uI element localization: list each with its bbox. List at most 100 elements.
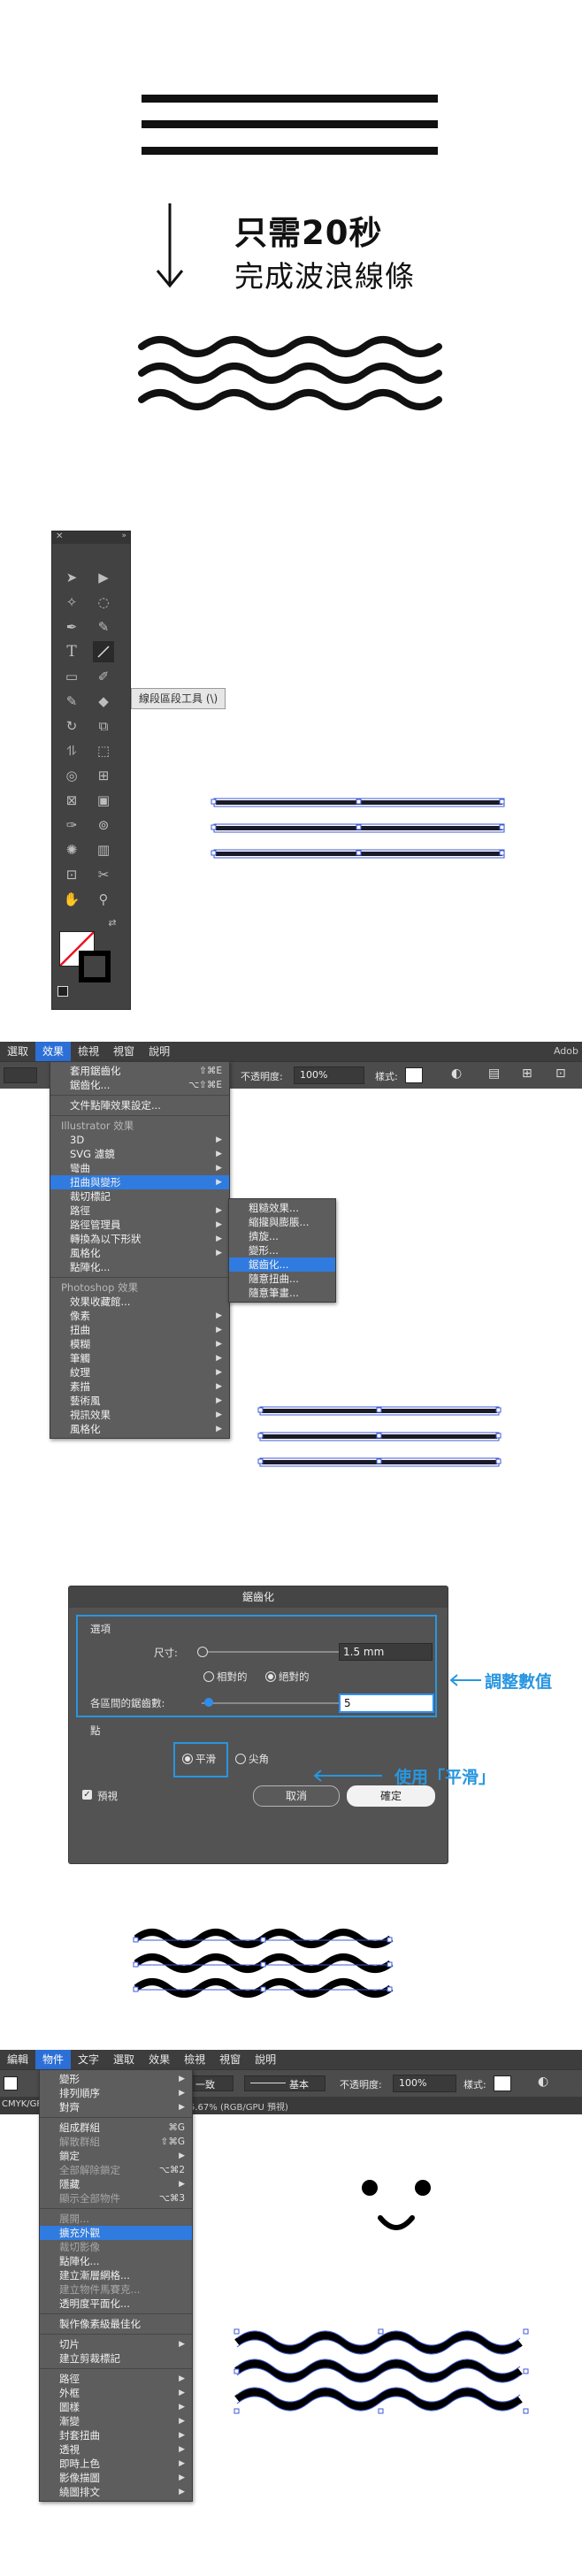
menu-item-illustrator-3[interactable]: 扭曲與變形 ▶ <box>50 1175 229 1189</box>
menu-item-object-29[interactable]: 透視 ▶ <box>40 2442 192 2457</box>
ok-button[interactable]: 確定 <box>347 1785 435 1807</box>
size-input[interactable] <box>339 1643 433 1661</box>
tools-panel-header[interactable]: ✕ » <box>52 531 130 544</box>
corner-radio[interactable] <box>235 1754 246 1764</box>
menu-item-object-22[interactable]: 建立剪裁標記 <box>40 2351 192 2366</box>
brush-select[interactable]: 基本 <box>244 2075 325 2091</box>
width-tool-icon[interactable]: ⥮ <box>63 742 80 760</box>
menu-item-illustrator-9[interactable]: 點陣化... <box>50 1260 229 1274</box>
absolute-radio[interactable] <box>265 1671 276 1682</box>
menu-item-photoshop-4[interactable]: 筆觸 ▶ <box>50 1351 229 1365</box>
menu-select-2[interactable]: 選取 <box>106 2050 142 2069</box>
size-slider[interactable] <box>197 1647 340 1657</box>
relative-radio[interactable] <box>203 1671 214 1682</box>
recolor-icon[interactable]: ◐ <box>451 1066 462 1081</box>
submenu-item-3[interactable]: 變形... <box>229 1243 335 1257</box>
style-swatch[interactable] <box>405 1067 423 1083</box>
menu-item-photoshop-6[interactable]: 素描 ▶ <box>50 1380 229 1394</box>
menu-item-illustrator-2[interactable]: 彎曲 ▶ <box>50 1161 229 1175</box>
ridges-input[interactable] <box>339 1693 434 1713</box>
cancel-button[interactable]: 取消 <box>253 1785 340 1807</box>
doc-tab-label[interactable]: CMYK/GP <box>2 2099 42 2109</box>
menu-item-object-25[interactable]: 外框 ▶ <box>40 2386 192 2400</box>
rectangle-tool-icon[interactable]: ▭ <box>63 668 80 685</box>
scale-tool-icon[interactable]: ⧉ <box>95 717 112 735</box>
mesh-tool-icon[interactable]: ⊠ <box>63 791 80 809</box>
perspective-grid-tool-icon[interactable]: ⊞ <box>95 767 112 784</box>
eraser-tool-icon[interactable]: ◆ <box>95 692 112 710</box>
fill-color-mini[interactable] <box>4 2076 18 2091</box>
menu-item-object-0[interactable]: 變形 ▶ <box>40 2072 192 2086</box>
menu-item-illustrator-6[interactable]: 路徑管理員 ▶ <box>50 1218 229 1232</box>
menu-item-photoshop-8[interactable]: 視訊效果 ▶ <box>50 1408 229 1422</box>
menu-help-2[interactable]: 說明 <box>248 2050 283 2069</box>
ridges-slider[interactable] <box>202 1698 340 1707</box>
menu-item-object-26[interactable]: 圖樣 ▶ <box>40 2400 192 2414</box>
collapse-icon[interactable]: » <box>121 531 126 540</box>
menu-item-object-27[interactable]: 漸變 ▶ <box>40 2414 192 2428</box>
menu-item-photoshop-2[interactable]: 扭曲 ▶ <box>50 1323 229 1337</box>
blend-tool-icon[interactable]: ⊚ <box>95 816 112 834</box>
menu-item-object-28[interactable]: 封套扭曲 ▶ <box>40 2428 192 2442</box>
hand-tool-icon[interactable]: ✋ <box>63 891 80 908</box>
menu-item-illustrator-4[interactable]: 裁切標記 <box>50 1189 229 1204</box>
menu-item-illustrator-1[interactable]: SVG 濾鏡 ▶ <box>50 1147 229 1161</box>
opacity-field-2[interactable]: 100% <box>393 2075 456 2092</box>
wavy-preview-lines[interactable] <box>129 1919 394 2007</box>
menu-item-object-8[interactable]: 隱藏 ▶ <box>40 2177 192 2191</box>
menu-view-2[interactable]: 檢視 <box>177 2050 212 2069</box>
style-swatch-2[interactable] <box>494 2075 511 2091</box>
menu-window-2[interactable]: 視窗 <box>212 2050 248 2069</box>
menu-item-object-9[interactable]: 顯示全部物件 ⌥⌘3 <box>40 2191 192 2205</box>
menu-item-photoshop-1[interactable]: 像素 ▶ <box>50 1309 229 1323</box>
stroke-swatch[interactable] <box>79 951 111 982</box>
size-slider-knob[interactable] <box>197 1647 208 1657</box>
menu-object[interactable]: 物件 <box>35 2050 72 2069</box>
pen-tool-icon[interactable]: ✒ <box>63 618 80 636</box>
swap-colors-icon[interactable]: ⇄ <box>103 913 121 931</box>
menu-effect-2[interactable]: 效果 <box>142 2050 177 2069</box>
menu-select[interactable]: 選取 <box>0 1042 35 1061</box>
direct-selection-tool-icon[interactable]: ▶ <box>95 569 112 586</box>
lasso-tool-icon[interactable]: ◌ <box>95 593 112 611</box>
menu-item-object-17[interactable]: 透明度平面化... <box>40 2297 192 2311</box>
menu-item-apply-zigzag[interactable]: 套用鋸齒化 ⇧⌘E <box>50 1064 229 1078</box>
selection-tool-icon[interactable]: ➤ <box>63 569 80 586</box>
menu-item-object-30[interactable]: 即時上色 ▶ <box>40 2457 192 2471</box>
selected-straight-lines[interactable] <box>209 789 517 870</box>
menu-item-object-4[interactable]: 組成群組 ⌘G <box>40 2121 192 2135</box>
menu-item-object-32[interactable]: 繞圖排文 ▶ <box>40 2485 192 2499</box>
menu-item-illustrator-5[interactable]: 路徑 ▶ <box>50 1204 229 1218</box>
symbol-sprayer-tool-icon[interactable]: ✺ <box>63 841 80 859</box>
isolate-icon[interactable]: ⊡ <box>555 1066 566 1081</box>
free-transform-tool-icon[interactable]: ⬚ <box>95 742 112 760</box>
shaper-tool-icon[interactable]: ✎ <box>63 692 80 710</box>
menu-item-document-raster[interactable]: 文件點陣效果設定... <box>50 1098 229 1112</box>
menu-effect[interactable]: 效果 <box>35 1042 72 1061</box>
submenu-item-0[interactable]: 粗糙效果... <box>229 1201 335 1215</box>
menu-item-object-6[interactable]: 鎖定 ▶ <box>40 2149 192 2163</box>
menu-item-illustrator-8[interactable]: 風格化 ▶ <box>50 1246 229 1260</box>
menu-item-illustrator-7[interactable]: 轉換為以下形狀 ▶ <box>50 1232 229 1246</box>
submenu-item-6[interactable]: 隨意筆畫... <box>229 1286 335 1300</box>
menu-help[interactable]: 說明 <box>142 1042 177 1061</box>
paintbrush-tool-icon[interactable]: ✐ <box>95 668 112 685</box>
menu-item-object-16[interactable]: 建立物件馬賽克... <box>40 2282 192 2297</box>
curvature-tool-icon[interactable]: ✎ <box>95 618 112 636</box>
menu-item-photoshop-9[interactable]: 風格化 ▶ <box>50 1422 229 1436</box>
selected-lines-effect-screen[interactable] <box>257 1397 506 1479</box>
shape-builder-tool-icon[interactable]: ◎ <box>63 767 80 784</box>
menu-item-zigzag[interactable]: 鋸齒化... ⌥⇧⌘E <box>50 1078 229 1092</box>
submenu-item-4[interactable]: 鋸齒化... <box>229 1257 335 1272</box>
menu-item-object-21[interactable]: 切片 ▶ <box>40 2337 192 2351</box>
type-tool-icon[interactable]: T <box>63 643 80 661</box>
submenu-item-5[interactable]: 隨意扭曲... <box>229 1272 335 1286</box>
align-icon[interactable]: ▤ <box>488 1066 500 1081</box>
menu-view[interactable]: 檢視 <box>71 1042 106 1061</box>
menu-window[interactable]: 視窗 <box>106 1042 142 1061</box>
gradient-tool-icon[interactable]: ▣ <box>95 791 112 809</box>
expanded-wavy-lines[interactable] <box>232 2321 532 2427</box>
menu-type[interactable]: 文字 <box>71 2050 106 2069</box>
stroke-weight-field[interactable] <box>4 1067 37 1083</box>
menu-item-object-1[interactable]: 排列順序 ▶ <box>40 2086 192 2100</box>
